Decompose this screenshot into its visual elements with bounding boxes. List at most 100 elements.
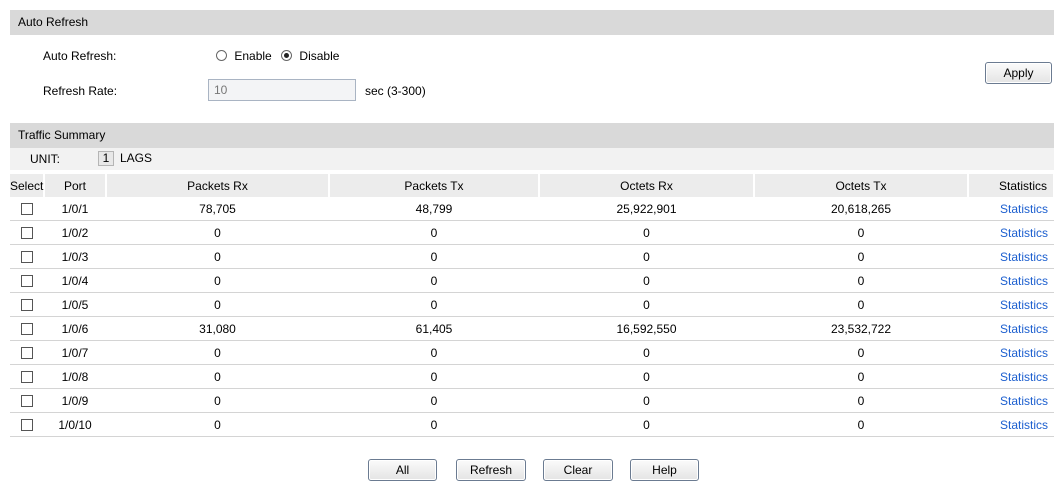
cell-port: 1/0/8 xyxy=(44,364,106,389)
help-button[interactable]: Help xyxy=(630,459,699,481)
cell-packets-tx: 0 xyxy=(329,364,539,389)
unit-selector[interactable]: 1 xyxy=(98,151,114,166)
clear-button[interactable]: Clear xyxy=(543,459,613,481)
row-select-checkbox[interactable] xyxy=(21,275,33,288)
statistics-link[interactable]: Statistics xyxy=(1000,322,1048,336)
table-row: 1/0/1 78,705 48,799 25,922,901 20,618,265 Sta… xyxy=(10,197,1054,221)
cell-port: 1/0/5 xyxy=(44,292,106,317)
table-row: 1/0/9 0 0 0 0 Statistics xyxy=(10,388,1054,413)
col-octets-rx: Octets Rx xyxy=(539,174,755,197)
table-row: 1/0/4 0 0 0 0 Statistics xyxy=(10,268,1054,293)
traffic-table-body: 1/0/1 78,705 48,799 25,922,901 20,618,265 Sta… xyxy=(10,197,1054,437)
cell-octets-tx: 0 xyxy=(754,340,968,365)
row-select-checkbox[interactable] xyxy=(21,299,33,312)
row-select-checkbox[interactable] xyxy=(21,251,33,264)
cell-octets-tx: 0 xyxy=(754,220,968,245)
apply-button[interactable]: Apply xyxy=(985,62,1052,84)
row-select-cell xyxy=(10,412,44,437)
statistics-link[interactable]: Statistics xyxy=(1000,274,1048,288)
cell-packets-tx: 0 xyxy=(329,388,539,413)
statistics-link[interactable]: Statistics xyxy=(1000,250,1048,264)
all-button[interactable]: All xyxy=(368,459,437,481)
unit-label: UNIT: xyxy=(30,152,60,166)
statistics-link[interactable]: Statistics xyxy=(1000,394,1048,408)
table-row: 1/0/2 0 0 0 0 Statistics xyxy=(10,220,1054,245)
cell-octets-rx: 0 xyxy=(539,292,754,317)
cell-octets-rx: 0 xyxy=(539,388,754,413)
cell-packets-rx: 78,705 xyxy=(106,197,329,221)
cell-port: 1/0/3 xyxy=(44,244,106,269)
statistics-cell: Statistics xyxy=(968,220,1054,245)
cell-port: 1/0/2 xyxy=(44,220,106,245)
statistics-cell: Statistics xyxy=(968,340,1054,365)
row-select-checkbox[interactable] xyxy=(21,227,33,240)
col-statistics: Statistics xyxy=(968,174,1054,197)
statistics-cell: Statistics xyxy=(968,244,1054,269)
cell-packets-tx: 0 xyxy=(329,412,539,437)
cell-octets-tx: 0 xyxy=(754,388,968,413)
row-select-checkbox[interactable] xyxy=(21,419,33,432)
statistics-cell: Statistics xyxy=(968,388,1054,413)
cell-packets-rx: 0 xyxy=(106,292,329,317)
cell-packets-tx: 61,405 xyxy=(329,316,539,341)
disable-label: Disable xyxy=(299,49,340,63)
row-select-cell xyxy=(10,220,44,245)
statistics-link[interactable]: Statistics xyxy=(1000,418,1048,432)
cell-packets-tx: 0 xyxy=(329,220,539,245)
statistics-cell: Statistics xyxy=(968,364,1054,389)
cell-packets-rx: 0 xyxy=(106,412,329,437)
statistics-link[interactable]: Statistics xyxy=(1000,202,1048,216)
statistics-link[interactable]: Statistics xyxy=(1000,346,1048,360)
enable-radio[interactable] xyxy=(216,50,227,61)
statistics-cell: Statistics xyxy=(968,412,1054,437)
col-octets-tx: Octets Tx xyxy=(754,174,969,197)
cell-octets-rx: 25,922,901 xyxy=(539,197,754,221)
refresh-button[interactable]: Refresh xyxy=(456,459,526,481)
row-select-cell xyxy=(10,388,44,413)
cell-octets-rx: 0 xyxy=(539,220,754,245)
statistics-cell: Statistics xyxy=(968,292,1054,317)
table-header-row: Select Port Packets Rx Packets Tx Octets… xyxy=(10,174,1054,197)
row-select-cell xyxy=(10,268,44,293)
auto-refresh-label: Auto Refresh: xyxy=(43,49,117,63)
cell-octets-rx: 0 xyxy=(539,268,754,293)
cell-packets-tx: 0 xyxy=(329,244,539,269)
auto-refresh-header: Auto Refresh xyxy=(10,10,1054,35)
row-select-checkbox[interactable] xyxy=(21,323,33,336)
lags-link[interactable]: LAGS xyxy=(120,151,152,165)
cell-packets-rx: 0 xyxy=(106,388,329,413)
row-select-checkbox[interactable] xyxy=(21,203,33,216)
statistics-cell: Statistics xyxy=(968,316,1054,341)
row-select-cell xyxy=(10,316,44,341)
table-row: 1/0/6 31,080 61,405 16,592,550 23,532,722 Sta… xyxy=(10,316,1054,341)
cell-packets-rx: 31,080 xyxy=(106,316,329,341)
statistics-link[interactable]: Statistics xyxy=(1000,298,1048,312)
traffic-table: Select Port Packets Rx Packets Tx Octets… xyxy=(10,174,1054,437)
row-select-cell xyxy=(10,244,44,269)
table-row: 1/0/7 0 0 0 0 Statistics xyxy=(10,340,1054,365)
statistics-link[interactable]: Statistics xyxy=(1000,226,1048,240)
refresh-rate-label: Refresh Rate: xyxy=(43,84,118,98)
cell-port: 1/0/1 xyxy=(44,197,106,221)
statistics-cell: Statistics xyxy=(968,268,1054,293)
enable-label: Enable xyxy=(234,49,272,63)
row-select-cell xyxy=(10,197,44,221)
disable-radio[interactable] xyxy=(281,50,293,61)
statistics-link[interactable]: Statistics xyxy=(1000,370,1048,384)
col-packets-rx: Packets Rx xyxy=(106,174,330,197)
cell-octets-rx: 0 xyxy=(539,340,754,365)
row-select-checkbox[interactable] xyxy=(21,347,33,360)
cell-packets-tx: 0 xyxy=(329,292,539,317)
refresh-rate-input[interactable] xyxy=(208,79,356,101)
refresh-rate-unit: sec (3-300) xyxy=(365,84,426,98)
cell-packets-rx: 0 xyxy=(106,244,329,269)
cell-octets-tx: 0 xyxy=(754,412,968,437)
cell-port: 1/0/9 xyxy=(44,388,106,413)
col-port: Port xyxy=(44,174,107,197)
table-row: 1/0/5 0 0 0 0 Statistics xyxy=(10,292,1054,317)
row-select-checkbox[interactable] xyxy=(21,371,33,384)
cell-packets-tx: 0 xyxy=(329,268,539,293)
cell-octets-tx: 0 xyxy=(754,268,968,293)
row-select-checkbox[interactable] xyxy=(21,395,33,408)
cell-octets-tx: 23,532,722 xyxy=(754,316,968,341)
